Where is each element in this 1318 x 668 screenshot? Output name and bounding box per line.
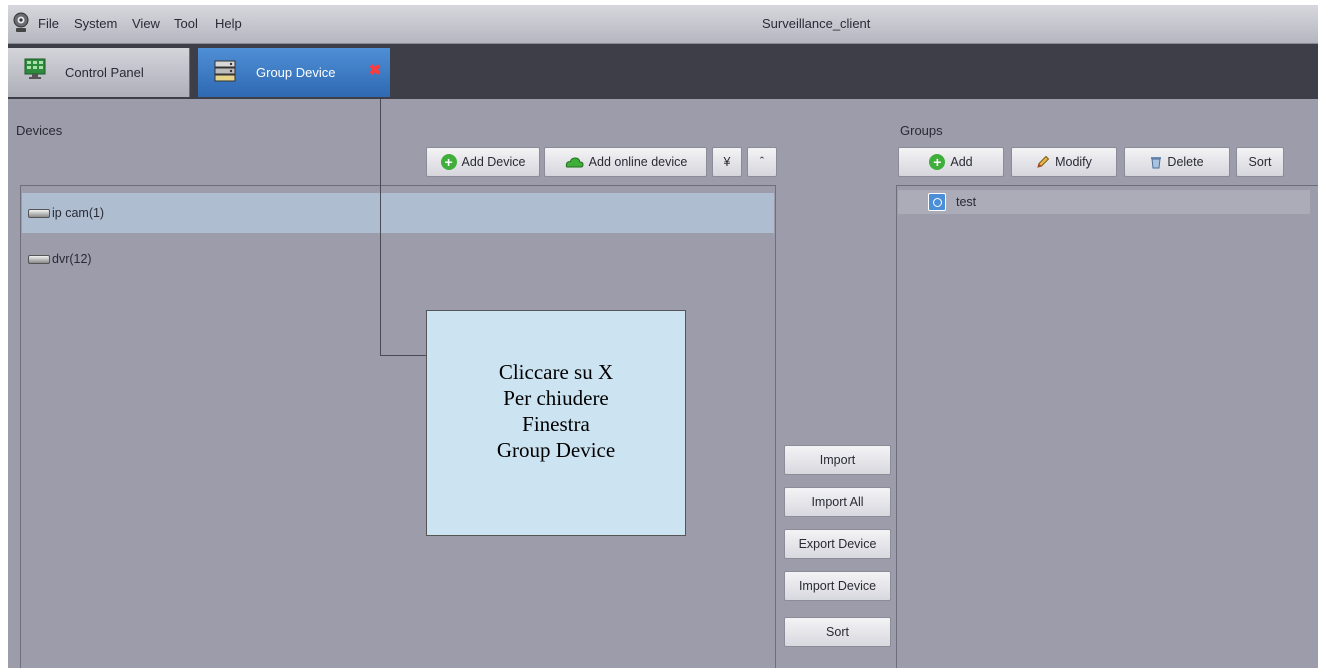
groups-tree-panel: test — [896, 185, 1318, 668]
double-chevron-up-icon: ˆ — [759, 155, 765, 169]
group-item-test[interactable]: test — [898, 190, 1310, 214]
menu-tool[interactable]: Tool — [174, 16, 198, 31]
tree-item-label: ip cam(1) — [52, 206, 105, 220]
import-all-button[interactable]: Import All — [784, 487, 891, 517]
tree-item-ip-cam[interactable]: ip cam(1) — [22, 193, 774, 233]
close-icon[interactable]: ✖ — [368, 63, 382, 78]
menu-view[interactable]: View — [132, 16, 160, 31]
import-button[interactable]: Import — [784, 445, 891, 475]
surveillance-client-window: File System View Tool Help Surveillance_… — [8, 5, 1318, 668]
group-folder-icon — [928, 193, 946, 211]
group-item-label: test — [956, 195, 977, 209]
nvr-box-icon — [28, 254, 50, 264]
delete-group-button[interactable]: Delete — [1124, 147, 1230, 177]
add-online-device-label: Add online device — [588, 155, 688, 169]
collapse-all-button[interactable]: ˆ — [747, 147, 777, 177]
menu-file[interactable]: File — [38, 16, 59, 31]
add-device-button[interactable]: + Add Device — [426, 147, 540, 177]
modify-group-button[interactable]: Modify — [1011, 147, 1117, 177]
delete-group-label: Delete — [1167, 155, 1204, 169]
add-online-device-button[interactable]: Add online device — [544, 147, 707, 177]
tree-item-label: dvr(12) — [52, 252, 92, 266]
tab-control-panel[interactable]: Control Panel — [8, 48, 190, 97]
cloud-add-icon — [565, 157, 584, 168]
sort-group-label: Sort — [1248, 155, 1272, 169]
double-chevron-down-icon: ¥ — [723, 155, 731, 169]
expand-all-button[interactable]: ¥ — [712, 147, 742, 177]
nvr-box-icon — [28, 208, 50, 218]
import-device-button[interactable]: Import Device — [784, 571, 891, 601]
add-device-label: Add Device — [461, 155, 526, 169]
pencil-icon — [1037, 155, 1050, 168]
add-icon: + — [929, 154, 946, 170]
menu-bar: File System View Tool Help Surveillance_… — [8, 5, 1318, 44]
tab-control-panel-label: Control Panel — [65, 65, 144, 80]
tab-group-device[interactable]: Group Device ✖ — [198, 48, 390, 97]
tab-bar: Control Panel Group Device ✖ — [8, 44, 1318, 99]
add-icon: + — [440, 154, 457, 170]
callout-leader-line — [380, 99, 381, 355]
annotation-text: Cliccare su X Per chiudere Finestra Grou… — [496, 360, 616, 462]
export-device-button[interactable]: Export Device — [784, 529, 891, 559]
sort-group-button[interactable]: Sort — [1236, 147, 1284, 177]
callout-leader-line — [380, 355, 426, 356]
devices-header: Devices — [16, 123, 63, 138]
add-group-label: Add — [950, 155, 973, 169]
webcam-icon — [13, 12, 29, 32]
modify-group-label: Modify — [1055, 155, 1092, 169]
monitor-grid-icon — [24, 58, 46, 79]
sort-device-button[interactable]: Sort — [784, 617, 891, 647]
device-stack-icon — [214, 60, 236, 82]
annotation-callout: Cliccare su X Per chiudere Finestra Grou… — [426, 310, 686, 536]
groups-header: Groups — [900, 123, 943, 138]
trash-icon — [1151, 157, 1162, 169]
menu-system[interactable]: System — [74, 16, 117, 31]
window-title: Surveillance_client — [762, 16, 871, 31]
tab-group-device-label: Group Device — [256, 65, 336, 80]
tree-item-dvr[interactable]: dvr(12) — [22, 239, 774, 279]
add-group-button[interactable]: + Add — [898, 147, 1004, 177]
menu-help[interactable]: Help — [215, 16, 242, 31]
